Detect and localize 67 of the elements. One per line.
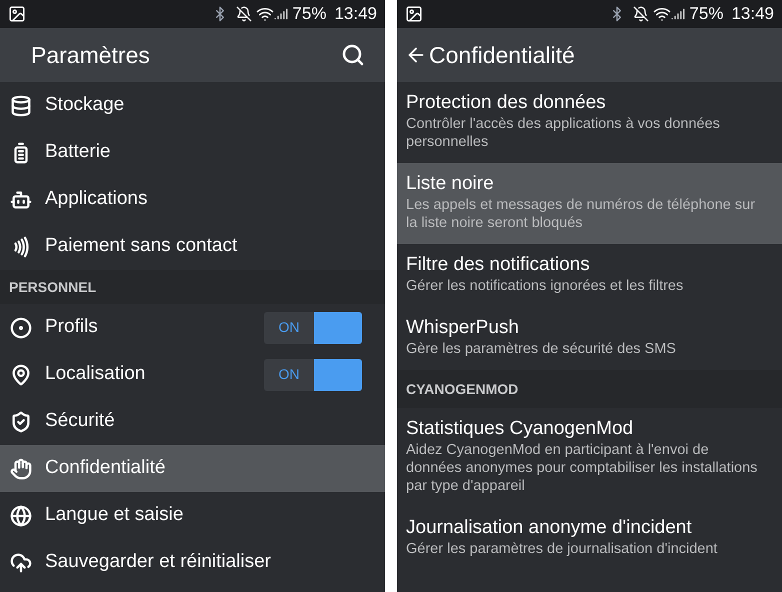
item-label: Stockage [45, 93, 126, 118]
item-label: Localisation [45, 362, 146, 386]
toolbar-title: Paramètres [31, 40, 151, 70]
cloud-upload-icon [10, 552, 32, 574]
clock: 13:49 [731, 3, 774, 26]
settings-item[interactable]: Batterie [0, 129, 385, 176]
bell-off-icon [633, 6, 650, 22]
signal-icon [671, 7, 686, 21]
wifi-icon [653, 5, 672, 23]
item-summary: Gérer les notifications ignorées et les filtres [406, 277, 684, 295]
toggle-label: ON [278, 365, 300, 384]
hand-icon [10, 458, 32, 480]
settings-item[interactable]: Profils ON [0, 304, 385, 351]
item-title: Protection des données [406, 91, 607, 115]
bell-off-icon [236, 6, 252, 22]
item-label: Sauvegarder et réinitialiser [45, 550, 272, 574]
shield-icon [10, 410, 32, 432]
image-notification-icon [8, 5, 26, 23]
toggle-switch[interactable]: ON [264, 358, 362, 390]
settings-item[interactable]: Applications [0, 176, 385, 223]
signal-icon [274, 7, 288, 21]
wifi-icon [256, 5, 274, 23]
settings-item[interactable]: Journalisation anonyme d'incident Gérer les paramètres de journalisation d'incident [397, 507, 782, 570]
item-label: Batterie [45, 140, 112, 164]
item-title: WhisperPush [406, 316, 520, 340]
item-summary: Aidez CyanogenMod en participant à l'envoi de données anonymes pour comptabiliser les installations par type d'appareil [406, 441, 758, 495]
toolbar-title: Confidentialité [429, 40, 575, 70]
location-pin-icon [10, 364, 32, 386]
item-label: Confidentialité [45, 456, 166, 480]
settings-item[interactable]: Confidentialité [0, 445, 385, 492]
item-title: Liste noire [406, 172, 495, 196]
settings-item[interactable]: Sécurité [0, 398, 385, 445]
item-label: Langue et saisie [45, 503, 184, 528]
clock: 13:49 [334, 3, 377, 26]
item-label: Applications [45, 187, 148, 212]
database-icon [10, 94, 32, 116]
ring-icon [10, 316, 32, 338]
item-summary: Gère les paramètres de sécurité des SMS [406, 340, 677, 358]
settings-item[interactable]: Statistiques CyanogenMod Aidez CyanogenMod en participant à l'envoi de données anonymes pour comptabiliser les installations par type d'appareil [397, 408, 782, 507]
section-header: PERSONNEL [0, 270, 385, 304]
item-summary: Contrôler l'accès des applications à vos données personnelles [406, 115, 721, 151]
settings-item[interactable]: WhisperPush Gère les paramètres de sécurité des SMS [397, 307, 782, 370]
search-button[interactable] [341, 43, 365, 67]
image-notification-icon [405, 5, 423, 23]
settings-item[interactable]: Localisation ON [0, 351, 385, 398]
toggle-switch[interactable]: ON [264, 312, 362, 344]
item-summary: Gérer les paramètres de journalisation d'incident [406, 540, 718, 558]
settings-item[interactable]: Paiement sans contact [0, 223, 385, 270]
item-title: Statistiques CyanogenMod [406, 417, 634, 441]
battery-level: 75% [292, 3, 326, 26]
settings-item[interactable]: Stockage [0, 82, 385, 129]
battery-level: 75% [689, 3, 724, 26]
settings-item[interactable]: Liste noire Les appels et messages de numéros de téléphone sur la liste noire seront bloqués [397, 163, 782, 244]
item-summary: Les appels et messages de numéros de téléphone sur la liste noire seront bloqués [406, 196, 756, 232]
settings-item[interactable]: Sauvegarder et réinitialiser [0, 539, 385, 586]
settings-item[interactable]: Filtre des notifications Gérer les notifications ignorées et les filtres [397, 244, 782, 307]
section-header: CYANOGENMOD [397, 370, 782, 408]
item-title: Journalisation anonyme d'incident [406, 516, 693, 540]
item-title: Filtre des notifications [406, 253, 591, 277]
robot-icon [10, 188, 32, 210]
toggle-label: ON [278, 318, 300, 337]
globe-icon [10, 504, 32, 526]
item-label: Profils [45, 315, 99, 340]
item-label: Sécurité [45, 409, 116, 434]
item-label: Paiement sans contact [45, 234, 238, 258]
settings-item[interactable]: Protection des données Contrôler l'accès des applications à vos données personnelles [397, 82, 782, 163]
settings-item[interactable]: Langue et saisie [0, 492, 385, 539]
